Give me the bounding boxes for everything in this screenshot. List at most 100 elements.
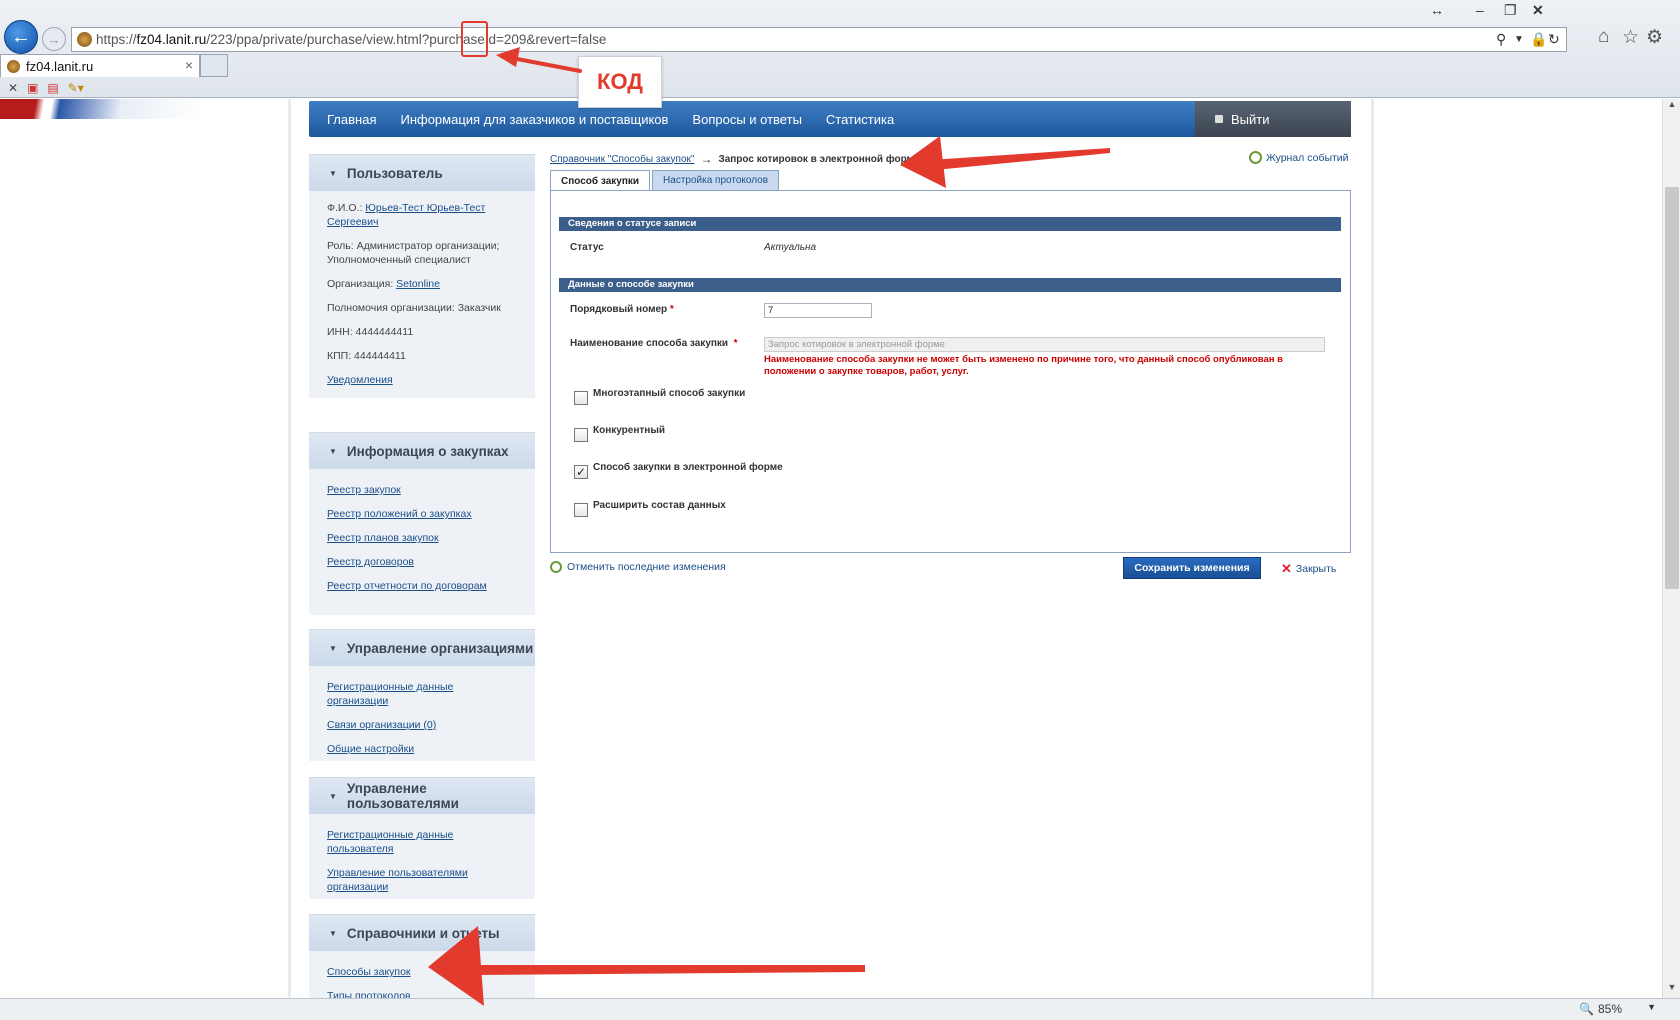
collapse-icon: ▼	[329, 928, 337, 938]
web-page: Главная Информация для заказчиков и пост…	[0, 99, 1662, 998]
logout-button[interactable]: Выйти	[1195, 101, 1351, 137]
sidebar-user-header[interactable]: ▼ Пользователь	[309, 155, 535, 191]
sidebar-link[interactable]: Общие настройки	[327, 742, 517, 756]
undo-link[interactable]: Отменить последние изменения	[550, 561, 726, 573]
sidebar-link[interactable]: Регистрационные данные пользователя	[327, 828, 517, 856]
browser-tab[interactable]: fz04.lanit.ru ×	[0, 54, 200, 77]
user-inn: ИНН: 4444444411	[327, 326, 414, 338]
search-dropdown-icon[interactable]: ▼	[1514, 34, 1524, 45]
sidebar-refs-header[interactable]: ▼ Справочники и отчеты	[309, 915, 535, 951]
menu-item-stats[interactable]: Статистика	[814, 112, 906, 127]
scroll-thumb[interactable]	[1665, 187, 1679, 589]
sidebar-user: ▼ Пользователь Ф.И.О.: Юрьев-Тест Юрьев-Т…	[309, 154, 535, 398]
tab-purchase-method[interactable]: Способ закупки	[550, 170, 651, 191]
url-highlight-box	[461, 21, 488, 57]
tab-close-icon[interactable]: ×	[185, 57, 193, 73]
search-icon[interactable]: ⚲	[1496, 31, 1506, 48]
command-bar: ✕ ▣ ▤ ✎▾	[0, 78, 84, 98]
page-icon[interactable]: ▣	[27, 81, 38, 95]
tools-icon[interactable]: ✎▾	[68, 81, 84, 95]
lock-icon[interactable]: 🔒	[1530, 31, 1547, 48]
user-role: Роль: Администратор организации; Уполном…	[327, 240, 500, 266]
content-area: Главная Информация для заказчиков и пост…	[291, 99, 1371, 998]
sidebar-link[interactable]: Регистрационные данные организации	[327, 680, 517, 708]
close-window-button[interactable]: ✕	[1532, 2, 1544, 19]
menu-item-info[interactable]: Информация для заказчиков и поставщиков	[388, 112, 680, 127]
save-button[interactable]: Сохранить изменения	[1123, 557, 1261, 579]
zoom-dropdown-icon[interactable]: ▼	[1647, 1002, 1656, 1012]
status-value: Актуальна	[764, 242, 817, 253]
new-tab-button[interactable]	[200, 54, 228, 77]
forward-button[interactable]: →	[42, 27, 66, 51]
name-label: Наименование способа закупки *	[570, 338, 738, 349]
menu-item-faq[interactable]: Вопросы и ответы	[680, 112, 813, 127]
undo-icon	[550, 561, 562, 573]
sidebar-link[interactable]: Реестр отчетности по договорам	[327, 579, 517, 593]
sidebar-users-header[interactable]: ▼ Управление пользователями	[309, 778, 535, 814]
settings-gear-icon[interactable]: ⚙	[1646, 26, 1663, 49]
zoom-control[interactable]: 🔍 85%	[1579, 1002, 1622, 1016]
section-status-header: Сведения о статусе записи	[559, 217, 1341, 231]
main-menu: Главная Информация для заказчиков и пост…	[309, 101, 1351, 137]
tab-protocol-settings[interactable]: Настройка протоколов	[652, 170, 780, 190]
refresh-icon[interactable]: ↻	[1548, 31, 1560, 48]
checkbox-competitive-label: Конкурентный	[593, 425, 666, 436]
sidebar-link[interactable]: Реестр положений о закупках	[327, 507, 517, 521]
sidebar-link-purchase-methods[interactable]: Способы закупок	[327, 965, 517, 979]
close-link[interactable]: ✕ Закрыть	[1281, 561, 1336, 577]
status-label: Статус	[570, 242, 604, 253]
checkbox-multistage[interactable]	[574, 391, 588, 405]
minimize-button[interactable]: –	[1476, 2, 1484, 18]
sidebar-link[interactable]: Реестр договоров	[327, 555, 517, 569]
scroll-up-icon[interactable]: ▲	[1663, 99, 1680, 115]
browser-chrome: ← → https://fz04.lanit.ru/223/ppa/privat…	[0, 0, 1680, 98]
notifications-link[interactable]: Уведомления	[327, 373, 517, 387]
sidebar-link[interactable]: Реестр закупок	[327, 483, 517, 497]
sidebar-link[interactable]: Управление пользователями организации	[327, 866, 487, 894]
stop-icon[interactable]: ✕	[8, 81, 18, 95]
tab-favicon-icon	[7, 59, 20, 73]
home-icon[interactable]: ⌂	[1598, 26, 1609, 48]
scroll-down-icon[interactable]: ▼	[1663, 982, 1680, 998]
zoom-icon: 🔍	[1579, 1002, 1594, 1016]
checkbox-competitive[interactable]	[574, 428, 588, 442]
user-kpp: КПП: 444444411	[327, 350, 406, 362]
page-scrollbar[interactable]: ▲ ▼	[1662, 99, 1680, 998]
sidebar-link-protocol-types[interactable]: Типы протоколов	[327, 989, 517, 998]
sidebar-link[interactable]: Реестр планов закупок	[327, 531, 517, 545]
address-bar[interactable]: https://fz04.lanit.ru/223/ppa/private/pu…	[71, 27, 1567, 52]
user-fio: Ф.И.О.: Юрьев-Тест Юрьев-Тест Сергеевич	[327, 202, 486, 228]
logout-label: Выйти	[1231, 111, 1270, 127]
checkbox-extend-data[interactable]	[574, 503, 588, 517]
journal-link[interactable]: Журнал событий	[1249, 151, 1349, 164]
checkbox-electronic-label: Способ закупки в электронной форме	[593, 462, 783, 473]
url-prefix: https://	[96, 32, 137, 47]
collapse-icon: ▼	[329, 791, 337, 801]
form-tabs: Способ закупки Настройка протоколов	[550, 170, 780, 191]
resize-icon: ↔	[1430, 2, 1444, 18]
sidebar-purchases-header[interactable]: ▼ Информация о закупках	[309, 433, 535, 469]
section-data-header: Данные о способе закупки	[559, 278, 1341, 292]
restore-button[interactable]: ❐	[1504, 2, 1517, 19]
sidebar-orgs-header[interactable]: ▼ Управление организациями	[309, 630, 535, 666]
breadcrumb-parent-link[interactable]: Справочник "Способы закупок"	[550, 154, 694, 165]
print-icon[interactable]: ▤	[47, 81, 58, 95]
user-org-link[interactable]: Setonline	[396, 278, 440, 290]
back-button[interactable]: ←	[4, 20, 38, 54]
annotation-label: КОД	[578, 56, 662, 108]
journal-icon	[1249, 151, 1262, 164]
number-label: Порядковый номер *	[570, 304, 674, 315]
number-input[interactable]: 7	[764, 303, 872, 318]
sidebar-users: ▼ Управление пользователями Регистрационн…	[309, 777, 535, 899]
user-powers: Полномочия организации: Заказчик	[327, 302, 501, 314]
name-error-message: Наименование способа закупки не может бы…	[764, 354, 1284, 377]
close-x-icon: ✕	[1281, 561, 1292, 576]
sidebar-link[interactable]: Связи организации (0)	[327, 718, 517, 732]
checkbox-electronic[interactable]: ✓	[574, 465, 588, 479]
sidebar-refs: ▼ Справочники и отчеты Способы закупок Ти…	[309, 914, 535, 998]
site-favicon-icon	[77, 32, 92, 47]
menu-item-home[interactable]: Главная	[315, 112, 388, 127]
name-input[interactable]: Запрос котировок в электронной форме	[764, 337, 1325, 352]
favorites-star-icon[interactable]: ☆	[1622, 26, 1639, 49]
breadcrumb-arrow-icon: →	[700, 152, 713, 166]
